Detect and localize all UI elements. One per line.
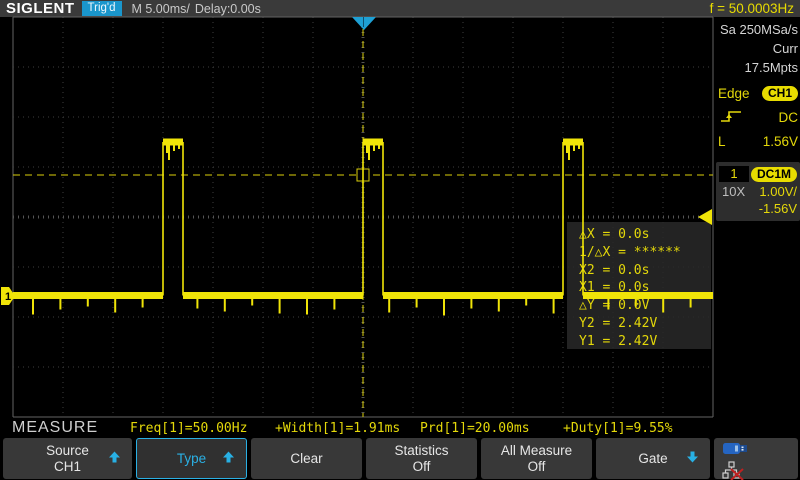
cursor-line: X1 = 0.0s [579,279,711,297]
cursor-readout-panel[interactable]: △X = 0.0s 1/△X = ****** X2 = 0.0s X1 = 0… [567,222,711,349]
cursor-line: △Y = 0.0V [579,297,711,315]
cursor-line: X2 = 0.0s [579,262,711,280]
cursor-line: △X = 0.0s [579,226,711,244]
trigger-position-marker[interactable] [352,17,376,30]
cursor-line: Y2 = 2.42V [579,315,711,333]
cursor-line: 1/△X = ****** [579,244,711,262]
cursor-line: Y1 = 2.42V [579,333,711,351]
oscilloscope-screen: SIGLENT Trig'd M 5.00ms/ Delay:0.00s f =… [0,0,800,480]
